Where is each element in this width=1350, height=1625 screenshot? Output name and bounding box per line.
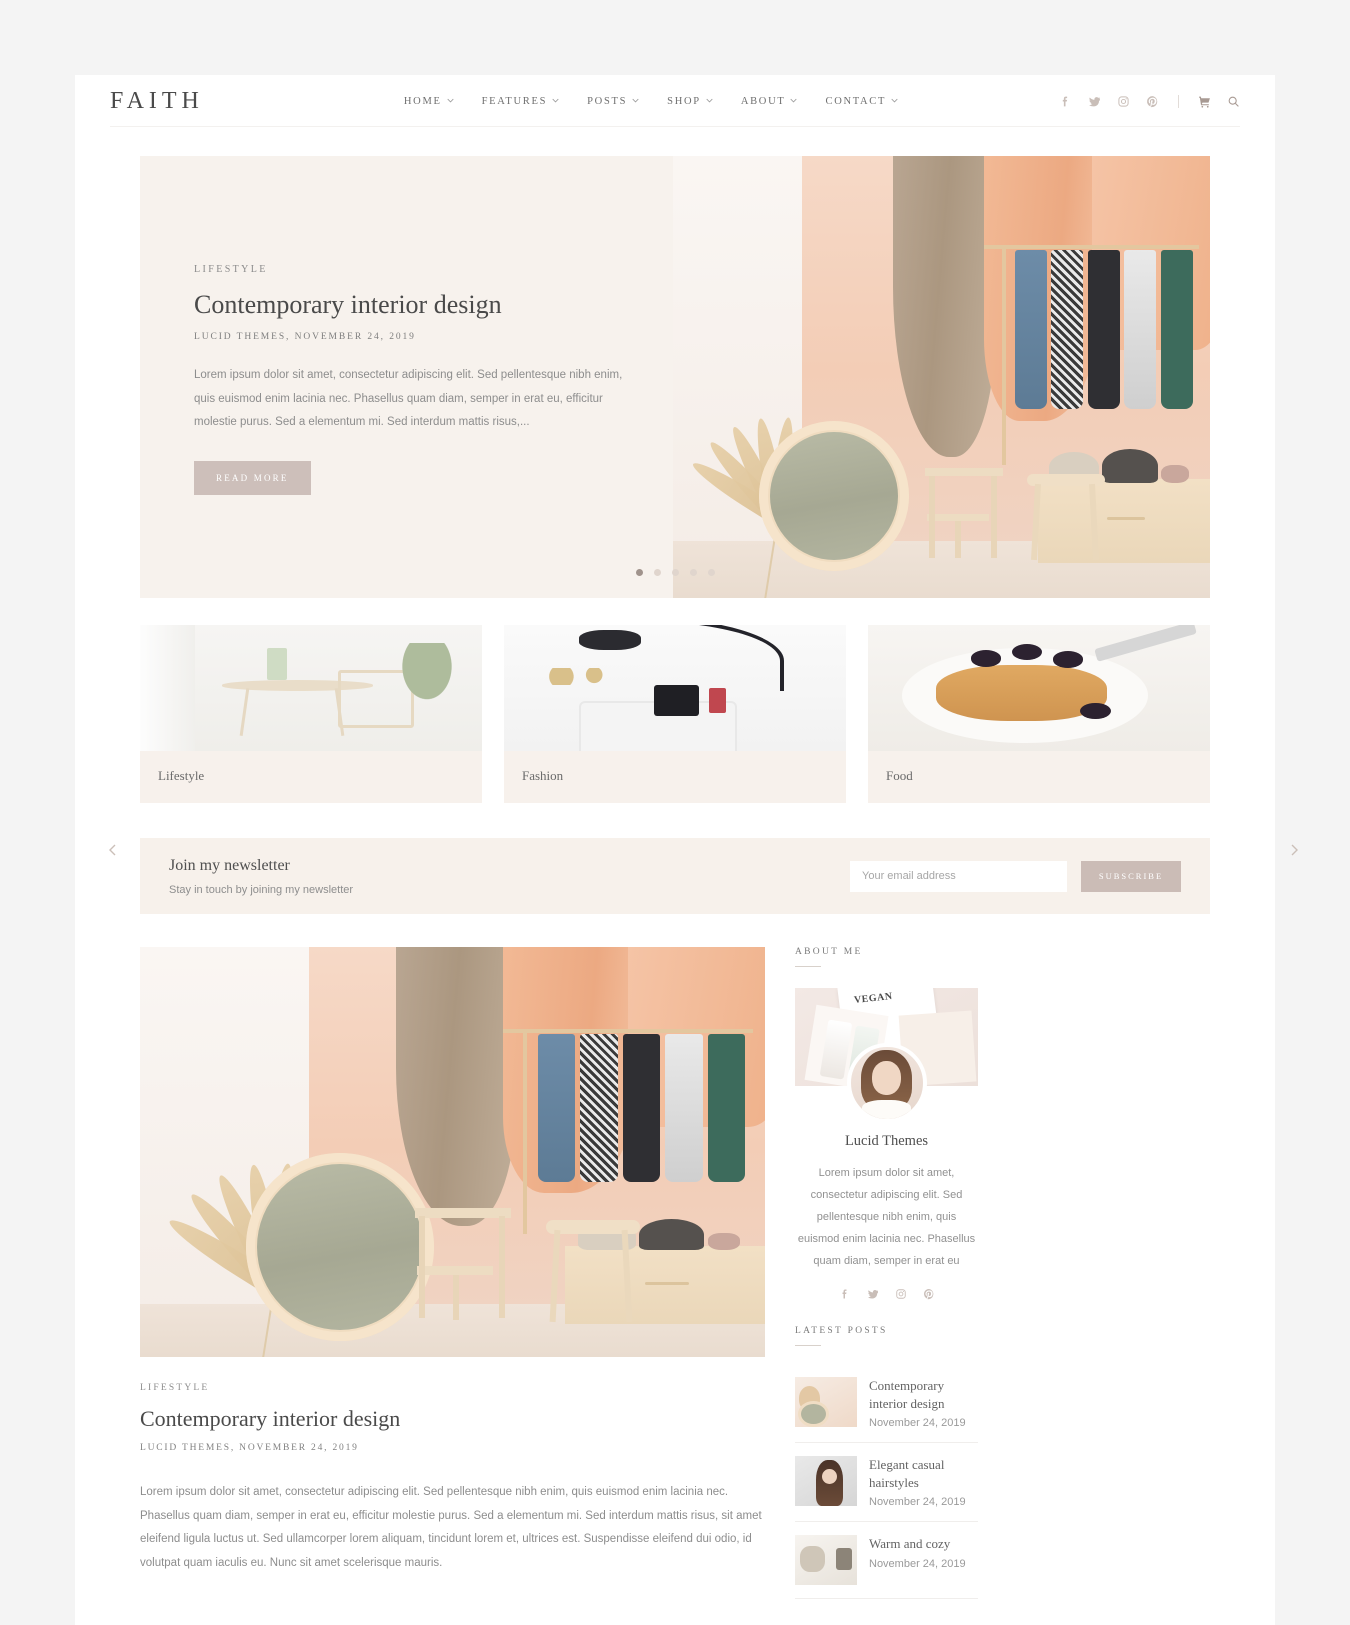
nav-item-about[interactable]: ABOUT — [741, 96, 798, 107]
nav-item-home[interactable]: HOME — [404, 96, 454, 107]
latest-posts-list: Contemporary interior design November 24… — [795, 1364, 978, 1600]
nav-label: POSTS — [587, 95, 628, 107]
main-column: LIFESTYLE Contemporary interior design L… — [140, 947, 765, 1625]
nav-label: FEATURES — [481, 95, 548, 107]
cart-icon[interactable] — [1198, 95, 1211, 108]
page-wrapper: FAITH HOME FEATURES POSTS SHOP ABOUT CON… — [75, 75, 1298, 1625]
hero-category[interactable]: LIFESTYLE — [194, 264, 634, 275]
post-title[interactable]: Elegant casual hairstyles — [869, 1456, 978, 1491]
nav-item-features[interactable]: FEATURES — [482, 96, 560, 107]
post-excerpt: Lorem ipsum dolor sit amet, consectetur … — [140, 1486, 762, 1569]
header-divider-rule — [110, 126, 1240, 127]
widget-underline — [795, 1345, 821, 1346]
post-meta: LUCID THEMES, NOVEMBER 24, 2019 — [140, 1443, 359, 1453]
category-card-row: Lifestyle Fashion Food — [140, 625, 1210, 803]
newsletter-title: Join my newsletter — [169, 856, 290, 874]
about-social-links — [795, 1288, 978, 1300]
category-card-fashion[interactable]: Fashion — [504, 625, 846, 803]
newsletter-subscribe-button[interactable]: SUBSCRIBE — [1081, 860, 1181, 892]
chevron-down-icon — [447, 97, 454, 104]
pinterest-icon[interactable] — [1146, 95, 1159, 108]
hero-image — [673, 156, 1210, 598]
facebook-icon[interactable] — [1059, 95, 1072, 108]
hero-slider: LIFESTYLE Contemporary interior design L… — [140, 156, 1210, 598]
post-thumbnail — [795, 1535, 857, 1586]
chevron-down-icon — [632, 97, 639, 104]
list-item[interactable]: Elegant casual hairstyles November 24, 2… — [795, 1443, 978, 1523]
category-label: Fashion — [522, 768, 564, 783]
list-item[interactable]: Contemporary interior design November 24… — [795, 1364, 978, 1444]
main-navigation: HOME FEATURES POSTS SHOP ABOUT CONTACT — [404, 96, 898, 107]
post-title[interactable]: Contemporary interior design — [140, 1406, 765, 1432]
twitter-icon[interactable] — [1088, 95, 1101, 108]
newsletter-section: Join my newsletter Stay in touch by join… — [140, 838, 1210, 914]
list-item[interactable]: Warm and cozy November 24, 2019 — [795, 1522, 978, 1600]
nav-label: ABOUT — [740, 95, 786, 107]
hero-excerpt: Lorem ipsum dolor sit amet, consectetur … — [194, 369, 623, 429]
sidebar: ABOUT ME VEGAN Lucid Themes Lorem ipsum … — [795, 947, 978, 1625]
chevron-down-icon — [706, 97, 713, 104]
content-area: LIFESTYLE Contemporary interior design L… — [140, 947, 1210, 1625]
hero-read-more-button[interactable]: READ MORE — [194, 460, 311, 495]
post-date: November 24, 2019 — [869, 1496, 966, 1509]
header-icon-group — [1059, 94, 1240, 108]
post-date: November 24, 2019 — [869, 1417, 966, 1430]
hero-title[interactable]: Contemporary interior design — [194, 289, 634, 320]
site-logo[interactable]: FAITH — [110, 88, 204, 115]
post-category[interactable]: LIFESTYLE — [140, 1383, 765, 1393]
post-thumbnail — [795, 1456, 857, 1507]
instagram-icon[interactable] — [1117, 95, 1130, 108]
hero-dot-3[interactable] — [671, 569, 679, 576]
nav-item-shop[interactable]: SHOP — [667, 96, 713, 107]
avatar — [846, 1043, 927, 1123]
twitter-icon[interactable] — [867, 1288, 879, 1300]
about-author-bio: Lorem ipsum dolor sit amet, consectetur … — [797, 1167, 976, 1267]
header-divider — [1178, 94, 1179, 108]
nav-label: CONTACT — [825, 95, 887, 107]
hero-pagination-dots — [140, 569, 1210, 576]
category-card-lifestyle[interactable]: Lifestyle — [140, 625, 482, 803]
hero-dot-2[interactable] — [653, 569, 661, 576]
widget-about-me: ABOUT ME VEGAN Lucid Themes Lorem ipsum … — [795, 947, 978, 1300]
instagram-icon[interactable] — [895, 1288, 907, 1300]
chevron-down-icon — [552, 97, 559, 104]
hero-dot-5[interactable] — [707, 569, 715, 576]
hero-dot-4[interactable] — [689, 569, 697, 576]
newsletter-email-input[interactable] — [850, 860, 1067, 892]
post-title[interactable]: Contemporary interior design — [869, 1377, 978, 1412]
widget-underline — [795, 966, 821, 967]
hero-text-panel: LIFESTYLE Contemporary interior design L… — [194, 264, 634, 495]
category-label: Lifestyle — [158, 768, 205, 783]
post-thumbnail — [795, 1377, 857, 1427]
chevron-down-icon — [891, 97, 898, 104]
newsletter-subtitle: Stay in touch by joining my newsletter — [169, 883, 354, 896]
hero-prev-arrow-icon[interactable] — [102, 839, 124, 861]
chevron-down-icon — [790, 97, 798, 104]
nav-label: HOME — [403, 95, 442, 107]
hero-next-arrow-icon[interactable] — [1283, 839, 1305, 861]
widget-title: LATEST POSTS — [795, 1326, 888, 1336]
nav-label: SHOP — [667, 95, 701, 107]
category-thumbnail — [504, 625, 846, 751]
facebook-icon[interactable] — [839, 1288, 851, 1300]
category-card-food[interactable]: Food — [868, 625, 1210, 803]
newsletter-form: SUBSCRIBE — [850, 860, 1181, 892]
post-title[interactable]: Warm and cozy — [869, 1535, 978, 1553]
about-author-name: Lucid Themes — [844, 1133, 929, 1149]
widget-latest-posts: LATEST POSTS Contemporary interior desig… — [795, 1326, 978, 1600]
post-date: November 24, 2019 — [869, 1557, 966, 1570]
search-icon[interactable] — [1227, 95, 1240, 108]
site-header: FAITH HOME FEATURES POSTS SHOP ABOUT CON… — [75, 75, 1275, 127]
category-thumbnail — [868, 625, 1210, 751]
widget-title: ABOUT ME — [795, 947, 863, 957]
category-label: Food — [886, 768, 913, 783]
nav-item-contact[interactable]: CONTACT — [825, 96, 898, 107]
nav-item-posts[interactable]: POSTS — [587, 96, 639, 107]
category-thumbnail — [140, 625, 482, 751]
post-featured-image[interactable] — [140, 947, 765, 1357]
pinterest-icon[interactable] — [923, 1288, 935, 1300]
hero-meta: LUCID THEMES, NOVEMBER 24, 2019 — [194, 332, 416, 343]
hero-dot-1[interactable] — [635, 569, 643, 576]
